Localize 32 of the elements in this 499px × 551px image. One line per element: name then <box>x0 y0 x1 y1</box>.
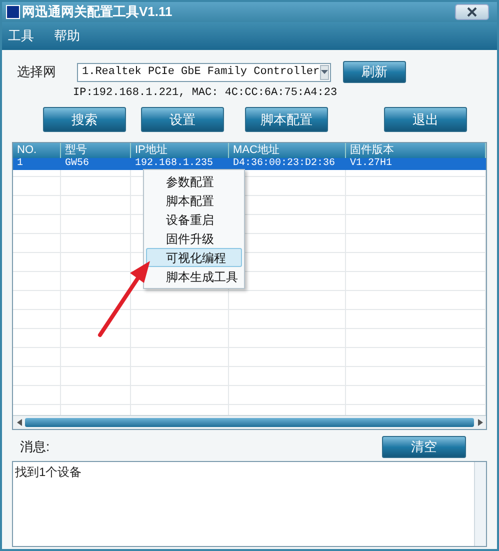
table-cell-text: V1.27H1 <box>349 158 394 170</box>
refresh-button[interactable]: 刷新 <box>343 61 406 83</box>
arrow-icon <box>98 261 150 337</box>
context-menu-item[interactable]: 固件升级 <box>146 229 242 248</box>
messages-label: 消息: <box>20 438 50 456</box>
context-menu-item[interactable]: 脚本配置 <box>146 191 242 210</box>
context-menu-item[interactable]: 参数配置 <box>146 172 242 191</box>
context-menu-item[interactable]: 设备重启 <box>146 210 242 229</box>
table-cell-text: 1 <box>16 158 24 170</box>
network-dropdown[interactable]: 1.Realtek PCIe GbE Family Controller <box>77 62 331 82</box>
table-cell-text: 192.168.1.235 <box>134 158 214 170</box>
menu-item[interactable]: 帮助 <box>54 26 80 46</box>
action-button[interactable]: 搜索 <box>43 107 126 132</box>
action-button[interactable]: 退出 <box>384 107 467 132</box>
action-button[interactable]: 脚本配置 <box>245 107 328 132</box>
window-title: 网迅通网关配置工具V1.11 <box>22 3 172 22</box>
context-menu-item[interactable]: 可视化编程 <box>146 248 242 267</box>
vertical-scrollbar[interactable] <box>474 462 486 546</box>
app-icon <box>6 5 20 19</box>
table-cell-text: D4:36:00:23:D2:36 <box>232 158 336 170</box>
clear-button[interactable]: 清空 <box>382 436 466 458</box>
field-label: 选择网 <box>17 63 57 82</box>
horizontal-scrollbar[interactable] <box>25 418 474 426</box>
table-cell-text: GW56 <box>64 158 90 170</box>
table-row[interactable]: 1 GW56 192.168.1.235 D4:36:00:23:D2:36 V1.27H1 <box>13 158 486 170</box>
close-button[interactable] <box>455 4 489 20</box>
message-text: 找到1个设备 <box>14 464 83 480</box>
context-menu-item[interactable]: 脚本生成工具 <box>146 267 242 286</box>
close-icon[interactable] <box>467 7 477 17</box>
action-button[interactable]: 设置 <box>141 107 224 132</box>
menu-item[interactable]: 工具 <box>8 26 34 46</box>
network-info: IP:192.168.1.221, MAC: 4C:CC:6A:75:A4:23 <box>73 86 338 101</box>
